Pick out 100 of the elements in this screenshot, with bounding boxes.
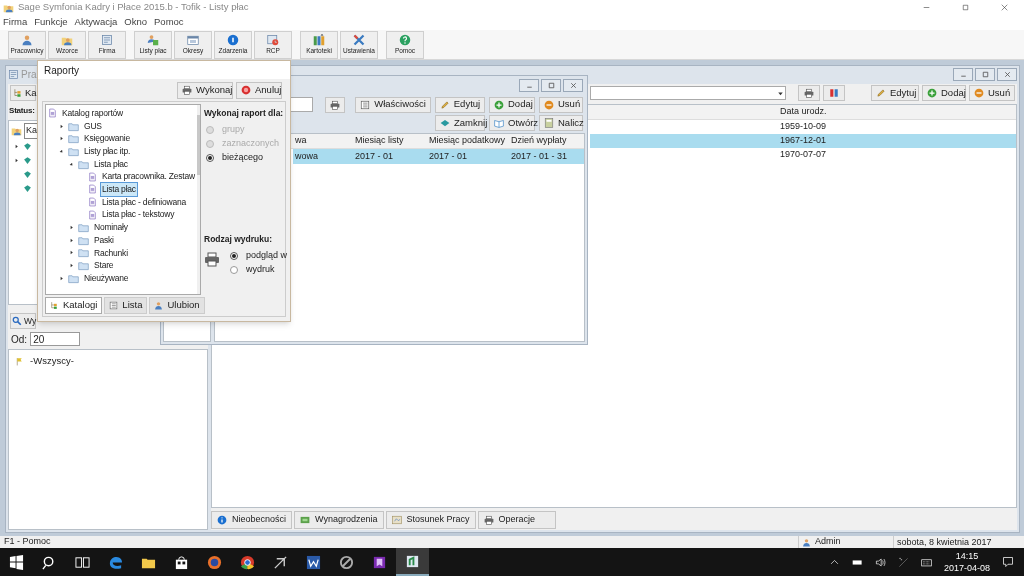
window-title: Pra (21, 67, 37, 82)
tree-node-icon[interactable] (23, 156, 32, 165)
shopping-bag-icon[interactable] (174, 554, 189, 570)
column-header[interactable]: Data urodz. (777, 105, 1016, 119)
close-icon[interactable] (1000, 3, 1009, 12)
menu-item[interactable]: Okno (124, 15, 148, 30)
tree-item[interactable]: Katalog raportów (60, 105, 126, 121)
date-field[interactable]: 20 (30, 332, 81, 346)
tab[interactable]: Operacje (477, 511, 556, 529)
print-button[interactable] (798, 85, 820, 101)
maximize-button[interactable] (541, 78, 561, 92)
tab[interactable]: Wynagrodzenia (294, 511, 384, 529)
expand-arrow-icon[interactable] (68, 224, 75, 232)
catalog-button[interactable]: Ka (10, 85, 36, 101)
toolbar-button[interactable]: Usuń (969, 85, 1015, 101)
task-view-icon[interactable] (75, 554, 90, 570)
restore-icon[interactable] (961, 3, 970, 12)
toolbar-button[interactable]: Dodaj (922, 85, 966, 101)
speaker-icon[interactable] (874, 556, 886, 568)
tab[interactable]: Katalogi (45, 297, 103, 314)
word-document-icon[interactable] (306, 554, 321, 570)
column-header[interactable]: Dzień wypłaty (511, 134, 567, 148)
slashed-circle-icon[interactable] (339, 554, 354, 570)
menu-item[interactable]: Aktywacja (74, 15, 118, 30)
printer-icon (330, 99, 340, 110)
tree-item[interactable]: Stare (92, 258, 116, 273)
minimize-button[interactable] (953, 67, 973, 81)
taskbar-button[interactable] (396, 548, 429, 576)
toolbar-button[interactable]: Dodaj (489, 96, 535, 113)
list-item[interactable]: -Wszyscy- (30, 354, 74, 369)
notification-icon[interactable] (1002, 556, 1014, 568)
column-header[interactable]: wa (295, 134, 307, 148)
toolbar-button[interactable]: Nalicz (539, 115, 583, 131)
folder-icon (68, 272, 79, 284)
tree-node-icon[interactable] (23, 170, 32, 179)
tree-node-icon[interactable] (23, 184, 32, 193)
close-button[interactable] (563, 78, 583, 92)
column-header[interactable]: Miesiąc listy (355, 134, 404, 148)
network-icon[interactable] (897, 556, 909, 568)
export-button[interactable] (823, 85, 845, 101)
toolbar-button[interactable]: Edytuj (871, 85, 919, 101)
search-field[interactable] (291, 97, 313, 112)
dialog-button[interactable]: Anuluj (236, 81, 282, 99)
tree-item[interactable]: Nieużywane (82, 270, 131, 286)
expand-arrow-icon[interactable] (68, 262, 75, 270)
tab[interactable]: Nieobecności (211, 511, 293, 529)
tree-item[interactable]: Księgowanie (82, 131, 132, 147)
properties-icon (360, 99, 371, 110)
expand-arrow-icon[interactable] (68, 236, 75, 244)
menu-item[interactable]: Pomoc (154, 15, 184, 30)
tree-item[interactable]: Rachunki (92, 245, 130, 261)
fox-globe-icon[interactable] (207, 554, 222, 570)
browser-e-icon[interactable] (108, 554, 123, 570)
expand-arrow-icon[interactable] (68, 249, 75, 257)
folder-icon (78, 260, 89, 272)
clock-time[interactable]: 14:15 (955, 550, 979, 562)
minimize-button[interactable] (519, 78, 539, 92)
toolbar-button[interactable]: Zamknij (435, 115, 485, 131)
tab[interactable]: Stosunek Pracy (385, 511, 476, 529)
close-button[interactable] (997, 67, 1017, 81)
round-logo-icon[interactable] (240, 554, 255, 570)
tree-item[interactable]: Lista płac (92, 156, 130, 172)
keyboard-icon[interactable] (920, 556, 932, 568)
windows-logo-icon[interactable] (9, 554, 24, 570)
tab[interactable]: Lista (104, 297, 148, 314)
tree-item[interactable]: Paski (92, 232, 116, 248)
status-label: Status: (9, 105, 35, 117)
dropdown-field[interactable] (590, 86, 786, 100)
toolbar-button[interactable]: Właściwości (355, 96, 431, 113)
tree-node-icon[interactable] (23, 142, 32, 151)
column-header[interactable]: Miesiąc podatkowy (429, 134, 506, 148)
tab[interactable]: Ulubion (149, 297, 205, 314)
radio-button[interactable] (206, 153, 214, 162)
maximize-button[interactable] (975, 67, 995, 81)
expand-arrow-icon[interactable] (58, 122, 65, 130)
tree-item[interactable]: Lista płac - tekstowy (100, 207, 177, 223)
tree-item[interactable]: Lista płac (100, 182, 138, 197)
print-button[interactable] (324, 96, 346, 113)
toolbar-button[interactable]: Edytuj (435, 96, 485, 113)
menu-item[interactable]: Funkcje (34, 15, 68, 30)
table-row[interactable]: wowa 2017 - 01 2017 - 01 2017 - 01 - 31 (293, 149, 584, 164)
bookmark-icon[interactable] (372, 554, 387, 570)
tree-item[interactable]: Nominały (92, 220, 130, 235)
clock-date[interactable]: 2017-04-08 (943, 562, 990, 574)
radio-button[interactable] (230, 265, 238, 274)
toolbar-button[interactable]: Usuń (539, 96, 583, 113)
tree-item[interactable]: Karta pracownika. Zestaw (100, 169, 197, 185)
app-icon[interactable] (405, 553, 420, 569)
person-document-icon (147, 33, 159, 46)
table-row[interactable]: 1967-12-01 (590, 134, 1016, 148)
tree-item[interactable]: Listy płac itp. (82, 144, 133, 159)
tree-item[interactable]: GUS (82, 118, 104, 134)
search-button[interactable]: Wy (10, 313, 36, 329)
tree-item[interactable]: Lista płac - definiowana (100, 194, 189, 210)
menu-item[interactable]: Firma (3, 15, 28, 30)
dialog-button[interactable]: Wykonaj (177, 81, 233, 99)
expand-arrow-icon[interactable] (58, 274, 65, 282)
calculator-icon (544, 118, 554, 128)
radio-button[interactable] (230, 251, 238, 260)
expand-arrow-icon[interactable] (58, 135, 65, 143)
